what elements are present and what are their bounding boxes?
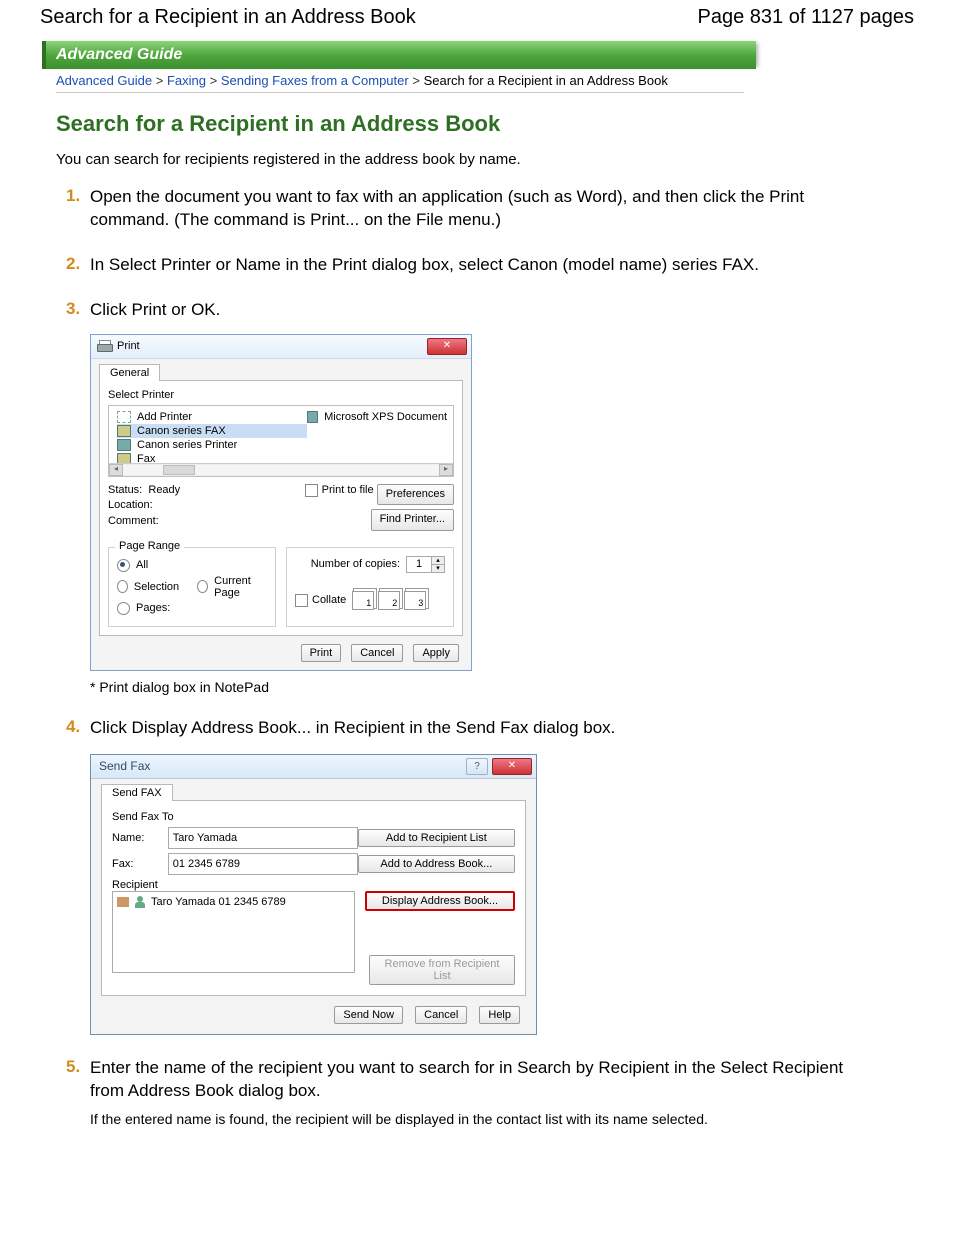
display-address-book-button[interactable]: Display Address Book... xyxy=(365,891,515,911)
send-fax-to-label: Send Fax To xyxy=(112,811,174,823)
scroll-thumb[interactable] xyxy=(163,465,195,475)
scroll-left-icon[interactable]: ◂ xyxy=(109,464,123,476)
crumb-advanced-guide[interactable]: Advanced Guide xyxy=(56,73,152,88)
name-label: Name: xyxy=(112,832,168,844)
radio-pages-label: Pages: xyxy=(136,602,170,614)
crumb-sep: > xyxy=(156,73,164,88)
crumb-sep: > xyxy=(412,73,420,88)
fax-field[interactable] xyxy=(168,853,358,875)
radio-all[interactable] xyxy=(117,559,130,572)
printer-icon xyxy=(117,425,131,437)
radio-selection[interactable] xyxy=(117,580,128,593)
step-number: 5. xyxy=(66,1057,80,1077)
status-label: Status: xyxy=(108,484,142,496)
guide-bar: Advanced Guide xyxy=(42,41,756,69)
step-text: Click Display Address Book... in Recipie… xyxy=(90,717,866,740)
name-field[interactable] xyxy=(168,827,358,849)
spin-down-icon[interactable]: ▾ xyxy=(432,565,444,572)
add-to-recipient-button[interactable]: Add to Recipient List xyxy=(358,829,515,847)
copies-stepper[interactable]: ▴▾ xyxy=(406,556,445,573)
scrollbar-horizontal[interactable]: ◂ ▸ xyxy=(109,463,453,476)
help-icon[interactable]: ? xyxy=(466,758,488,775)
radio-current-page[interactable] xyxy=(197,580,208,593)
add-to-addressbook-button[interactable]: Add to Address Book... xyxy=(358,855,515,873)
recipient-text: Taro Yamada 01 2345 6789 xyxy=(151,896,286,908)
printer-listbox[interactable]: Add Printer Canon series FAX Canon serie… xyxy=(108,405,454,477)
intro-text: You can search for recipients registered… xyxy=(56,151,816,168)
step-text: Click Print or OK. xyxy=(90,299,866,322)
copies-label: Number of copies: xyxy=(311,558,400,570)
cancel-button[interactable]: Cancel xyxy=(415,1006,467,1024)
step-text: Open the document you want to fax with a… xyxy=(90,186,866,232)
send-now-button[interactable]: Send Now xyxy=(334,1006,403,1024)
person-icon xyxy=(135,896,145,908)
fax-label: Fax: xyxy=(112,858,168,870)
print-dialog-caption: * Print dialog box in NotePad xyxy=(90,679,866,695)
help-button[interactable]: Help xyxy=(479,1006,520,1024)
list-item[interactable]: Canon series FAX xyxy=(137,425,226,437)
radio-all-label: All xyxy=(136,559,148,571)
preferences-button[interactable]: Preferences xyxy=(377,484,454,505)
page-title: Search for a Recipient in an Address Boo… xyxy=(40,6,416,29)
crumb-current: Search for a Recipient in an Address Boo… xyxy=(424,73,668,88)
step-number: 4. xyxy=(66,717,80,737)
add-printer-icon xyxy=(117,411,131,423)
print-dialog-title: Print xyxy=(117,340,140,352)
printer-icon xyxy=(97,340,111,352)
step-text: In Select Printer or Name in the Print d… xyxy=(90,254,866,277)
recipient-label: Recipient xyxy=(112,879,158,891)
comment-label: Comment: xyxy=(108,514,180,529)
remove-from-list-button[interactable]: Remove from Recipient List xyxy=(369,955,515,985)
list-item[interactable]: Canon series Printer xyxy=(137,439,237,451)
step-number: 3. xyxy=(66,299,80,319)
send-fax-dialog: Send Fax ? ✕ Send FAX Send Fax To Name: … xyxy=(90,754,537,1035)
spin-up-icon[interactable]: ▴ xyxy=(432,557,444,565)
crumb-sep: > xyxy=(210,73,218,88)
print-dialog: Print ✕ General Select Printer Add Print… xyxy=(90,334,472,671)
print-to-file-checkbox[interactable]: Print to file xyxy=(305,483,374,498)
radio-current-label: Current Page xyxy=(214,575,267,599)
location-label: Location: xyxy=(108,498,180,513)
step-text: Enter the name of the recipient you want… xyxy=(90,1057,866,1103)
step-subtext: If the entered name is found, the recipi… xyxy=(90,1111,866,1127)
breadcrumb: Advanced Guide > Faxing > Sending Faxes … xyxy=(56,73,744,93)
tab-general[interactable]: General xyxy=(99,364,160,381)
copies-input[interactable] xyxy=(407,557,431,571)
list-item[interactable]: Taro Yamada 01 2345 6789 xyxy=(117,896,350,908)
page-range-legend: Page Range xyxy=(115,540,184,552)
apply-button[interactable]: Apply xyxy=(413,644,459,662)
scroll-right-icon[interactable]: ▸ xyxy=(439,464,453,476)
print-button[interactable]: Print xyxy=(301,644,342,662)
close-icon[interactable]: ✕ xyxy=(427,338,467,355)
find-printer-button[interactable]: Find Printer... xyxy=(371,509,454,530)
collate-illustration: 1 2 3 xyxy=(352,591,426,610)
cancel-button[interactable]: Cancel xyxy=(351,644,403,662)
printer-icon xyxy=(117,439,131,451)
step-number: 2. xyxy=(66,254,80,274)
printer-icon xyxy=(307,411,318,423)
page-counter: Page 831 of 1127 pages xyxy=(698,6,914,29)
send-fax-title: Send Fax xyxy=(99,759,150,773)
close-icon[interactable]: ✕ xyxy=(492,758,532,775)
status-value: Ready xyxy=(148,484,180,496)
tab-send-fax[interactable]: Send FAX xyxy=(101,784,173,801)
recipient-listbox[interactable]: Taro Yamada 01 2345 6789 xyxy=(112,891,355,973)
addressbook-icon xyxy=(117,897,129,907)
content-heading: Search for a Recipient in an Address Boo… xyxy=(56,111,954,137)
crumb-sending-faxes[interactable]: Sending Faxes from a Computer xyxy=(221,73,409,88)
step-number: 1. xyxy=(66,186,80,206)
collate-checkbox[interactable]: Collate xyxy=(295,594,346,607)
radio-selection-label: Selection xyxy=(134,581,179,593)
list-item[interactable]: Microsoft XPS Document xyxy=(324,411,447,423)
crumb-faxing[interactable]: Faxing xyxy=(167,73,206,88)
radio-pages[interactable] xyxy=(117,602,130,615)
select-printer-label: Select Printer xyxy=(108,389,454,401)
list-item[interactable]: Add Printer xyxy=(137,411,192,423)
